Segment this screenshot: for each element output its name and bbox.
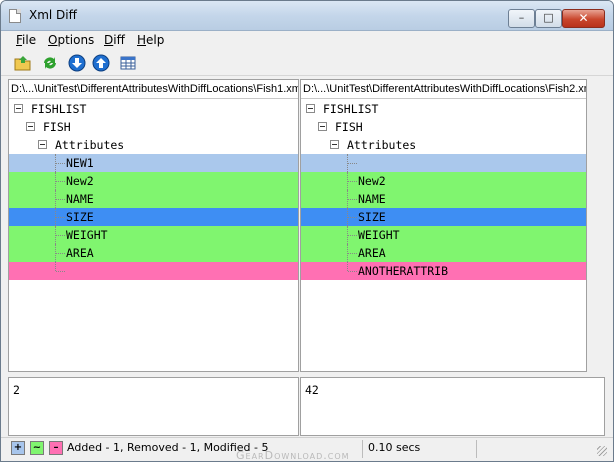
window-title: Xml Diff: [29, 8, 77, 22]
tree-node[interactable]: FISHLIST: [9, 100, 298, 118]
tree-node[interactable]: Attributes: [9, 136, 298, 154]
tree-node[interactable]: AREA: [9, 244, 298, 262]
tree-connector: [56, 163, 65, 164]
tree-connector: [348, 217, 357, 218]
menu-options[interactable]: Options: [48, 33, 94, 47]
diff-time: 0.10 secs: [368, 441, 421, 454]
resize-grip[interactable]: [597, 446, 607, 456]
tree-node-label: AREA: [358, 246, 386, 260]
xml-diff-window: Xml Diff – □ ✕ File Options Diff Help D:…: [0, 0, 614, 462]
tree-node[interactable]: WEIGHT: [9, 226, 298, 244]
tree-node-label: AREA: [66, 246, 94, 260]
tree-node[interactable]: WEIGHT: [301, 226, 586, 244]
tree-node[interactable]: FISHLIST: [301, 100, 586, 118]
toolbar: [1, 50, 613, 76]
left-file-path: D:\...\UnitTest\DifferentAttributesWithD…: [9, 80, 298, 99]
minimize-button[interactable]: –: [508, 9, 535, 28]
tree-connector: [348, 181, 357, 182]
tree-node[interactable]: New2: [301, 172, 586, 190]
tree-connector: [56, 217, 65, 218]
tree-node-label: FISHLIST: [31, 102, 87, 116]
grid-icon[interactable]: [119, 54, 137, 72]
tree-connector: [348, 253, 357, 254]
tree-node-label: FISHLIST: [323, 102, 379, 116]
tree-node[interactable]: Attributes: [301, 136, 586, 154]
tree-node[interactable]: [301, 154, 586, 172]
tree-node[interactable]: SIZE: [301, 208, 586, 226]
legend-removed-badge: –: [49, 441, 63, 455]
tree-connector: [348, 163, 357, 164]
tree-connector: [347, 262, 348, 271]
tree-connector: [56, 181, 65, 182]
close-button[interactable]: ✕: [562, 9, 605, 28]
right-value-pane[interactable]: 42: [300, 377, 605, 436]
menu-diff[interactable]: Diff: [104, 33, 125, 47]
status-separator: [476, 440, 477, 458]
left-tree-pane[interactable]: D:\...\UnitTest\DifferentAttributesWithD…: [8, 79, 299, 372]
next-diff-icon[interactable]: [68, 54, 86, 72]
status-separator: [362, 440, 363, 458]
tree-node-label: New2: [66, 174, 94, 188]
collapse-toggle[interactable]: [14, 104, 23, 113]
tree-node[interactable]: NAME: [9, 190, 298, 208]
menu-bar: File Options Diff Help: [1, 31, 613, 50]
right-tree: FISHLIST FISH Attributes New2 NAME SIZE WEIGHT…: [301, 100, 586, 280]
menu-help[interactable]: Help: [137, 33, 164, 47]
tree-connector: [348, 199, 357, 200]
tree-node[interactable]: NAME: [301, 190, 586, 208]
tree-node[interactable]: NEW1: [9, 154, 298, 172]
tree-node[interactable]: FISH: [301, 118, 586, 136]
tree-node-label: Attributes: [347, 138, 417, 152]
tree-node-label: SIZE: [66, 210, 94, 224]
left-tree: FISHLIST FISH Attributes NEW1 New2 NAME SIZE WE…: [9, 100, 298, 280]
tree-connector: [56, 253, 65, 254]
legend-modified-badge: ~: [30, 441, 44, 455]
tree-node-label: ANOTHERATTRIB: [358, 264, 449, 278]
collapse-toggle[interactable]: [306, 104, 315, 113]
right-file-path: D:\...\UnitTest\DifferentAttributesWithD…: [301, 80, 586, 99]
collapse-toggle[interactable]: [330, 140, 339, 149]
tree-node-label: FISH: [335, 120, 363, 134]
tree-connector: [348, 271, 357, 272]
left-value-text: 2: [13, 383, 20, 397]
tree-connector: [55, 262, 56, 271]
tree-node-label: Attributes: [55, 138, 125, 152]
left-value-pane[interactable]: 2: [8, 377, 299, 436]
tree-node-label: SIZE: [358, 210, 386, 224]
previous-diff-icon[interactable]: [92, 54, 110, 72]
tree-connector: [56, 199, 65, 200]
right-value-text: 42: [305, 383, 319, 397]
legend-added-badge: +: [11, 441, 25, 455]
tree-node[interactable]: AREA: [301, 244, 586, 262]
tree-connector: [56, 271, 65, 272]
tree-connector: [348, 235, 357, 236]
tree-node-label: NEW1: [66, 156, 94, 170]
collapse-toggle[interactable]: [318, 122, 327, 131]
collapse-toggle[interactable]: [26, 122, 35, 131]
tree-node[interactable]: SIZE: [9, 208, 298, 226]
refresh-icon[interactable]: [41, 54, 59, 72]
tree-node[interactable]: [9, 262, 298, 280]
watermark-text: GearDownload.com: [236, 449, 350, 462]
tree-node-label: NAME: [358, 192, 386, 206]
maximize-button[interactable]: □: [535, 9, 562, 28]
app-document-icon: [9, 9, 21, 23]
tree-node[interactable]: FISH: [9, 118, 298, 136]
pane-gutter: [587, 79, 606, 372]
tree-node-label: WEIGHT: [358, 228, 400, 242]
tree-node[interactable]: ANOTHERATTRIB: [301, 262, 586, 280]
title-bar[interactable]: Xml Diff – □ ✕: [1, 1, 613, 31]
open-folder-icon[interactable]: [14, 54, 32, 72]
menu-file[interactable]: File: [16, 33, 36, 47]
tree-node-label: FISH: [43, 120, 71, 134]
status-bar: + ~ – Added - 1, Removed - 1, Modified -…: [1, 437, 613, 461]
tree-connector: [56, 235, 65, 236]
tree-node[interactable]: New2: [9, 172, 298, 190]
tree-node-label: NAME: [66, 192, 94, 206]
collapse-toggle[interactable]: [38, 140, 47, 149]
tree-node-label: WEIGHT: [66, 228, 108, 242]
tree-node-label: New2: [358, 174, 386, 188]
right-tree-pane[interactable]: D:\...\UnitTest\DifferentAttributesWithD…: [300, 79, 587, 372]
